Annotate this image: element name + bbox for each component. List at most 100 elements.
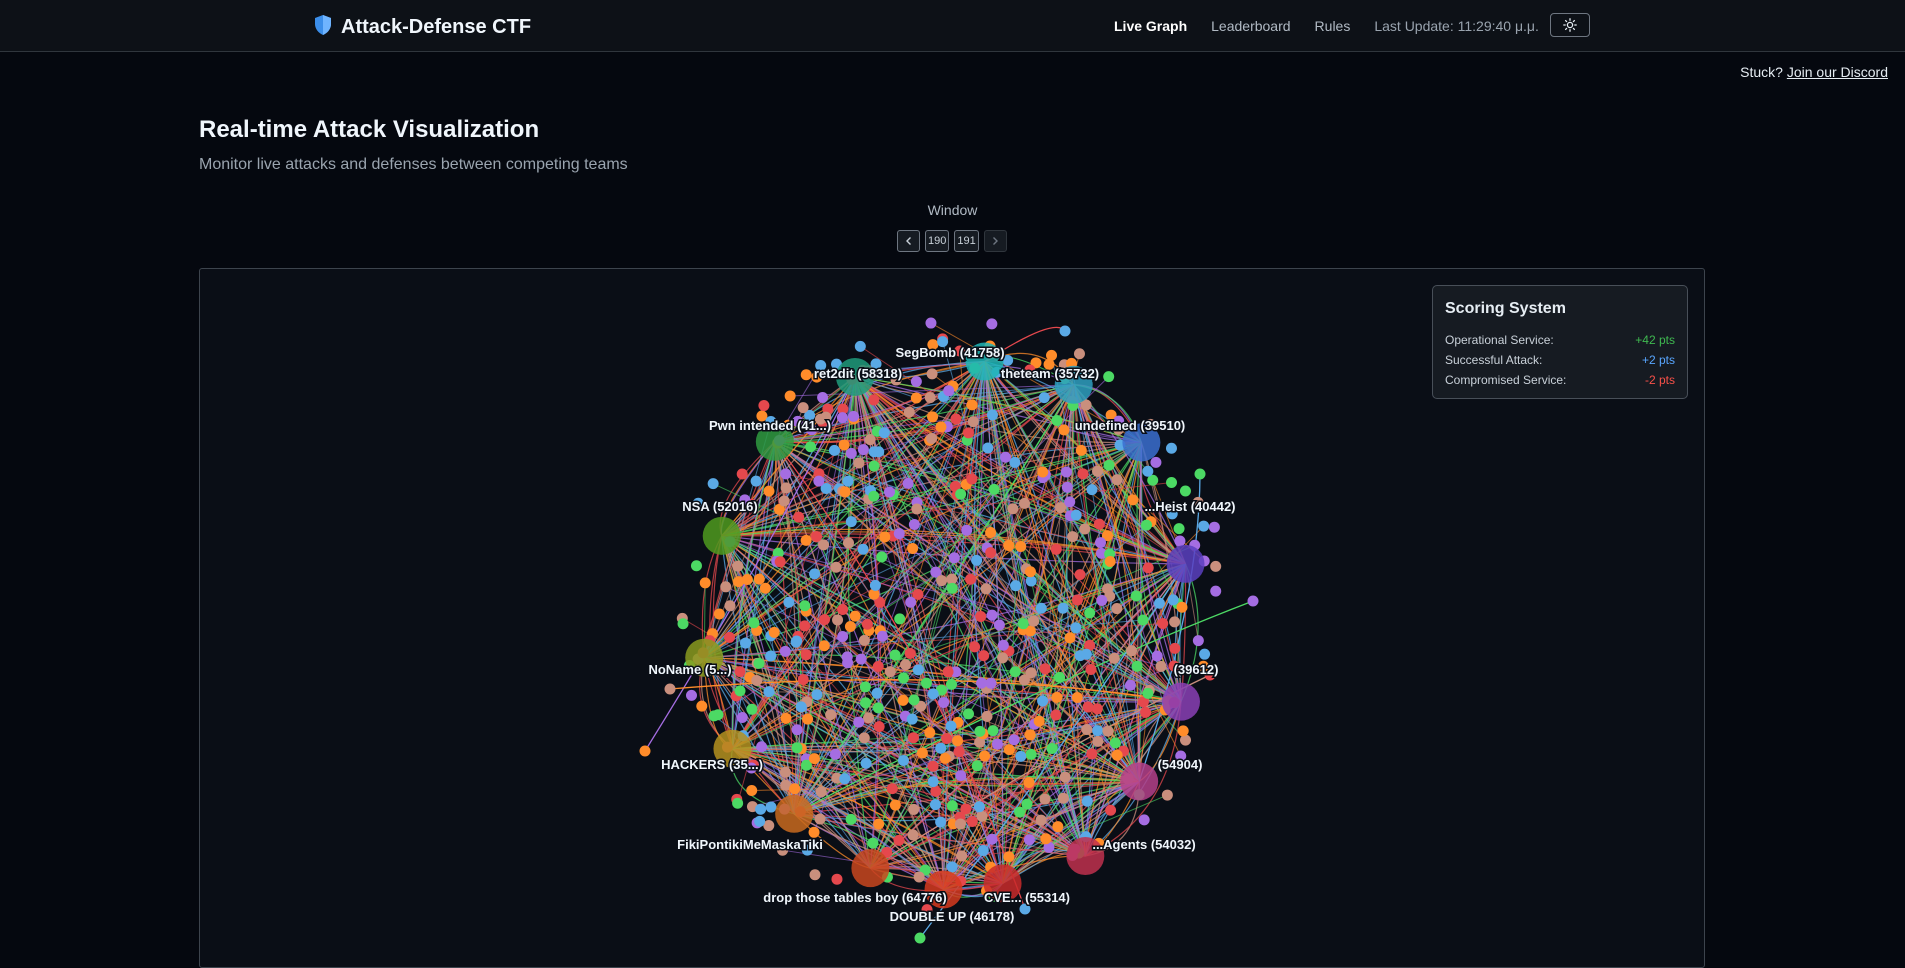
service-node: [976, 810, 988, 822]
team-node[interactable]: [775, 794, 814, 833]
service-node: [751, 674, 763, 686]
service-node: [713, 608, 725, 620]
scoring-system-card: Scoring System Operational Service: +42 …: [1432, 285, 1688, 399]
service-node: [971, 760, 983, 772]
theme-toggle-button[interactable]: [1550, 13, 1590, 37]
service-node: [740, 637, 752, 649]
service-node: [1131, 660, 1143, 672]
next-window-button[interactable]: [983, 230, 1007, 252]
service-node: [854, 340, 866, 352]
service-node: [1023, 834, 1035, 846]
service-node: [1017, 618, 1029, 630]
service-node: [1111, 603, 1123, 615]
service-node: [1102, 583, 1114, 595]
nav-leaderboard[interactable]: Leaderboard: [1211, 18, 1290, 34]
brand[interactable]: Attack-Defense CTF: [314, 14, 531, 40]
service-node: [813, 475, 825, 487]
service-node: [1210, 585, 1222, 597]
service-node: [946, 861, 958, 873]
service-node: [858, 634, 870, 646]
service-node: [837, 630, 849, 642]
service-node: [985, 526, 997, 538]
prev-window-button[interactable]: [897, 230, 920, 252]
service-node: [1169, 616, 1181, 628]
service-node: [939, 752, 951, 764]
service-node: [800, 369, 812, 381]
service-node: [1142, 562, 1154, 574]
service-node: [978, 650, 990, 662]
service-node: [910, 375, 922, 387]
team-label: (39612): [1174, 662, 1219, 677]
service-node: [797, 674, 809, 686]
service-node: [1150, 456, 1162, 468]
service-node: [1079, 523, 1091, 535]
service-node: [962, 708, 974, 720]
service-node: [926, 432, 938, 444]
service-node: [1092, 735, 1104, 747]
service-node: [753, 573, 765, 585]
service-node: [883, 486, 895, 498]
service-node: [908, 694, 920, 706]
scoring-value: -2 pts: [1644, 373, 1675, 387]
service-node: [1140, 706, 1152, 718]
service-node: [1023, 777, 1035, 789]
service-node: [900, 659, 912, 671]
service-node: [759, 582, 771, 594]
service-node: [878, 427, 890, 439]
discord-link[interactable]: Join our Discord: [1787, 64, 1888, 80]
scoring-value: +2 pts: [1641, 353, 1675, 367]
service-node: [808, 753, 820, 765]
service-node: [1081, 724, 1093, 736]
service-node: [732, 560, 744, 572]
service-node: [938, 696, 950, 708]
service-node: [1003, 744, 1015, 756]
service-node: [1025, 748, 1037, 760]
service-node: [920, 677, 932, 689]
service-node: [783, 596, 795, 608]
service-node: [825, 709, 837, 721]
service-node: [873, 721, 885, 733]
service-node: [720, 581, 732, 593]
service-node: [746, 784, 758, 796]
service-node: [1019, 497, 1031, 509]
service-node: [790, 636, 802, 648]
nav-live-graph[interactable]: Live Graph: [1114, 18, 1187, 34]
service-node: [961, 524, 973, 536]
window-page-191[interactable]: 191: [954, 230, 979, 252]
service-node: [829, 748, 841, 760]
scoring-row: Compromised Service: -2 pts: [1445, 370, 1675, 390]
team-node[interactable]: [1120, 762, 1159, 801]
service-node: [1059, 325, 1071, 337]
service-node: [889, 799, 901, 811]
service-node: [986, 609, 998, 621]
service-node: [1046, 742, 1058, 754]
service-node: [908, 803, 920, 815]
service-node: [1166, 476, 1178, 488]
service-node: [1035, 814, 1047, 826]
service-node: [724, 600, 736, 612]
team-node[interactable]: [702, 516, 741, 555]
team-node[interactable]: [851, 849, 890, 888]
service-node: [1137, 614, 1149, 626]
service-node: [1039, 663, 1051, 675]
service-node: [1039, 793, 1051, 805]
service-node: [1086, 748, 1098, 760]
service-node: [1009, 456, 1021, 468]
service-node: [914, 932, 926, 944]
service-node: [685, 689, 697, 701]
team-node[interactable]: [1166, 544, 1205, 583]
service-node: [981, 710, 993, 722]
service-node: [1025, 667, 1037, 679]
scoring-value: +42 pts: [1635, 333, 1675, 347]
service-node: [966, 399, 978, 411]
service-node: [800, 649, 812, 661]
chevron-left-icon: [905, 237, 911, 245]
service-node: [1111, 749, 1123, 761]
service-node: [1052, 821, 1064, 833]
team-label: theteam (35732): [1001, 366, 1099, 381]
window-page-190[interactable]: 190: [925, 230, 950, 252]
team-node[interactable]: [1161, 682, 1200, 721]
service-node: [942, 666, 954, 678]
service-node: [1046, 349, 1058, 361]
nav-rules[interactable]: Rules: [1315, 18, 1351, 34]
